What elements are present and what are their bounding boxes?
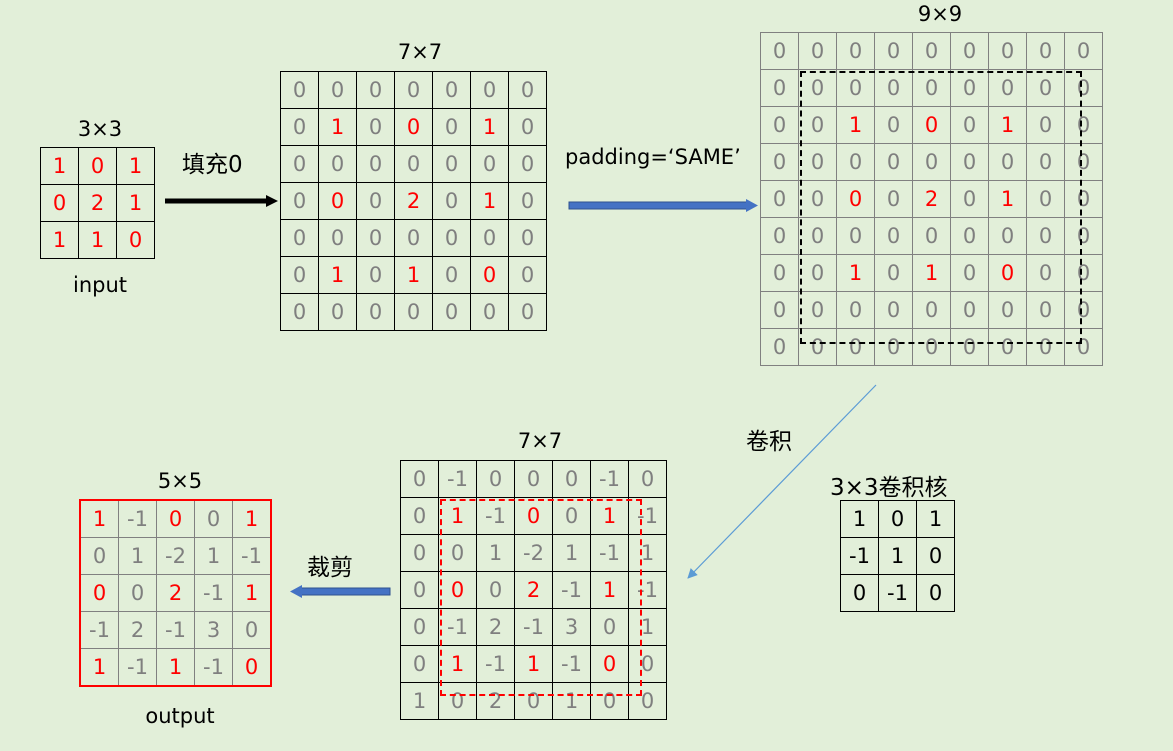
arrow-pad-zero [165, 195, 278, 207]
arrow-crop [290, 585, 391, 598]
flow-arrows [165, 195, 877, 598]
arrow-convolution [687, 384, 877, 579]
arrow-padding-same [568, 199, 758, 212]
